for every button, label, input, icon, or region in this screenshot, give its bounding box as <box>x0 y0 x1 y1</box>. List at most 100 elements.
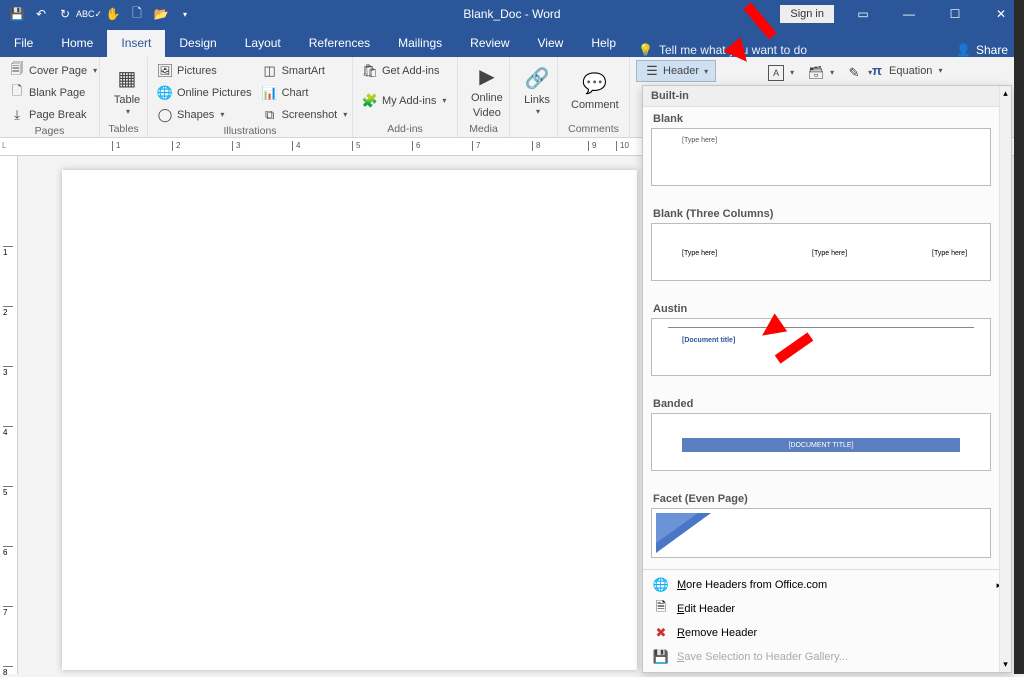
placeholder-text: [Type here] <box>932 250 967 257</box>
chart-button[interactable]: 📊Chart <box>259 82 351 103</box>
undo-icon[interactable]: ↶ <box>30 3 52 25</box>
spellcheck-icon[interactable]: ABC✓ <box>78 3 100 25</box>
placeholder-text: [DOCUMENT TITLE] <box>682 438 960 452</box>
ruler-vertical[interactable]: 1 2 3 4 5 6 7 8 <box>0 156 18 674</box>
my-addins-button[interactable]: 🧩My Add-ins▾ <box>359 90 449 111</box>
quick-parts-button[interactable]: 🗃▾ <box>805 62 837 83</box>
comment-label: Comment <box>571 99 619 111</box>
cover-page-label: Cover Page <box>29 65 87 77</box>
document-page[interactable] <box>62 170 637 670</box>
ribbon-tabs: File Home Insert Design Layout Reference… <box>0 28 1024 57</box>
equation-button[interactable]: πEquation▾ <box>866 60 945 81</box>
smartart-label: SmartArt <box>282 65 325 77</box>
text-box-button[interactable]: A▾ <box>765 62 797 83</box>
new-doc-icon[interactable]: 🗋 <box>126 3 148 25</box>
quickparts-icon: 🗃 <box>808 65 824 81</box>
tab-file[interactable]: File <box>0 30 47 57</box>
links-label: Links <box>524 94 550 106</box>
more-headers-label: ore Headers from Office.com <box>686 579 827 591</box>
gallery-item-austin[interactable]: [Document title] <box>651 318 991 376</box>
my-addins-label: My Add-ins <box>382 95 436 107</box>
screen-edge <box>1014 0 1024 674</box>
group-links: 🔗 Links▾ <box>510 57 558 137</box>
store-icon: 🛍 <box>362 63 378 79</box>
page-break-icon: ⤓ <box>9 107 25 123</box>
qat-dropdown-icon[interactable]: ▾ <box>174 3 196 25</box>
gallery-item-banded[interactable]: [DOCUMENT TITLE] <box>651 413 991 471</box>
group-label-pages: Pages <box>0 125 99 139</box>
online-video-label1: Online <box>471 92 503 104</box>
tab-home[interactable]: Home <box>47 30 107 57</box>
screenshot-button[interactable]: ⧉Screenshot▾ <box>259 104 351 125</box>
shapes-button[interactable]: ◯Shapes▾ <box>154 104 255 125</box>
table-button[interactable]: ▦ Table▾ <box>106 60 148 123</box>
header-icon: ☰ <box>644 63 660 79</box>
tab-review[interactable]: Review <box>456 30 523 57</box>
page-break-label: Page Break <box>29 109 86 121</box>
tab-help[interactable]: Help <box>577 30 630 57</box>
link-icon: 🔗 <box>523 66 551 92</box>
tab-insert[interactable]: Insert <box>107 30 165 57</box>
sign-in-button[interactable]: Sign in <box>780 5 834 23</box>
share-button[interactable]: 👤 Share <box>940 43 1024 57</box>
minimize-icon[interactable]: — <box>886 0 932 28</box>
tell-me-search[interactable]: 💡 Tell me what you want to do <box>630 43 815 57</box>
screenshot-label: Screenshot <box>282 109 338 121</box>
gallery-item-blank[interactable]: [Type here] <box>651 128 991 186</box>
placeholder-text: [Type here] <box>682 137 717 144</box>
addins-icon: 🧩 <box>362 93 378 109</box>
save-to-gallery-button: 💾 Save Selection to Header Gallery... <box>643 645 1011 669</box>
edit-header-button[interactable]: 🗎 Edit Header <box>643 597 1011 621</box>
open-icon[interactable]: 📂 <box>150 3 172 25</box>
header-gallery: Built-in Blank [Type here] Blank (Three … <box>642 85 1012 673</box>
gallery-scrollbar[interactable]: ▴ ▾ <box>999 86 1011 672</box>
header-button[interactable]: ☰ Header ▾ <box>636 60 716 82</box>
cover-page-button[interactable]: 🗐Cover Page▾ <box>6 60 100 81</box>
placeholder-text: [Type here] <box>812 250 847 257</box>
group-label-links <box>510 123 557 137</box>
tab-references[interactable]: References <box>295 30 384 57</box>
scroll-down-icon[interactable]: ▾ <box>1003 659 1008 670</box>
gallery-item-three-columns[interactable]: [Type here] [Type here] [Type here] <box>651 223 991 281</box>
get-addins-button[interactable]: 🛍Get Add-ins <box>359 60 449 81</box>
tab-design[interactable]: Design <box>165 30 230 57</box>
page-break-button[interactable]: ⤓ Page Break <box>6 104 100 125</box>
video-icon: ▶ <box>473 64 501 90</box>
group-label-comments: Comments <box>558 123 629 137</box>
equation-icon: π <box>869 63 885 79</box>
share-label: Share <box>976 43 1008 57</box>
window-title: Blank_Doc - Word <box>463 7 560 21</box>
comment-button[interactable]: 💬 Comment <box>564 60 626 123</box>
group-label-illustrations: Illustrations <box>148 125 352 139</box>
online-pictures-label: Online Pictures <box>177 87 252 99</box>
gallery-item-title: Facet (Even Page) <box>651 487 997 508</box>
links-button[interactable]: 🔗 Links▾ <box>516 60 558 123</box>
online-video-button[interactable]: ▶ Online Video <box>464 60 510 123</box>
screenshot-icon: ⧉ <box>262 107 278 123</box>
more-headers-button[interactable]: 🌐 More Headers from Office.com ▸ <box>643 573 1011 597</box>
maximize-icon[interactable]: ☐ <box>932 0 978 28</box>
gallery-scroll[interactable]: Blank [Type here] Blank (Three Columns) … <box>643 107 1011 569</box>
save-gallery-label: ave Selection to Header Gallery... <box>684 651 848 663</box>
gallery-item-facet[interactable] <box>651 508 991 558</box>
gallery-footer: 🌐 More Headers from Office.com ▸ 🗎 Edit … <box>643 569 1011 672</box>
online-video-label2: Video <box>473 107 501 119</box>
pictures-button[interactable]: 🖼Pictures <box>154 60 255 81</box>
tab-mailings[interactable]: Mailings <box>384 30 456 57</box>
save-icon[interactable]: 💾 <box>6 3 28 25</box>
remove-header-button[interactable]: ✖ Remove Header <box>643 621 1011 645</box>
blank-page-button[interactable]: 🗋Blank Page <box>6 82 100 103</box>
online-pictures-button[interactable]: 🌐 Online Pictures <box>154 82 255 103</box>
group-illustrations: 🖼Pictures 🌐 Online Pictures ◯Shapes▾ ◫Sma… <box>148 57 353 137</box>
redo-icon[interactable]: ↻ <box>54 3 76 25</box>
comment-icon: 💬 <box>581 71 609 97</box>
scroll-up-icon[interactable]: ▴ <box>1003 88 1008 99</box>
ribbon-display-icon[interactable]: ▭ <box>840 0 886 28</box>
tab-view[interactable]: View <box>524 30 578 57</box>
blank-page-label: Blank Page <box>29 87 85 99</box>
smartart-button[interactable]: ◫SmartArt <box>259 60 351 81</box>
textbox-icon: A <box>768 65 784 81</box>
online-pictures-icon: 🌐 <box>157 85 173 101</box>
hand-icon[interactable]: ✋ <box>102 3 124 25</box>
tab-layout[interactable]: Layout <box>231 30 295 57</box>
